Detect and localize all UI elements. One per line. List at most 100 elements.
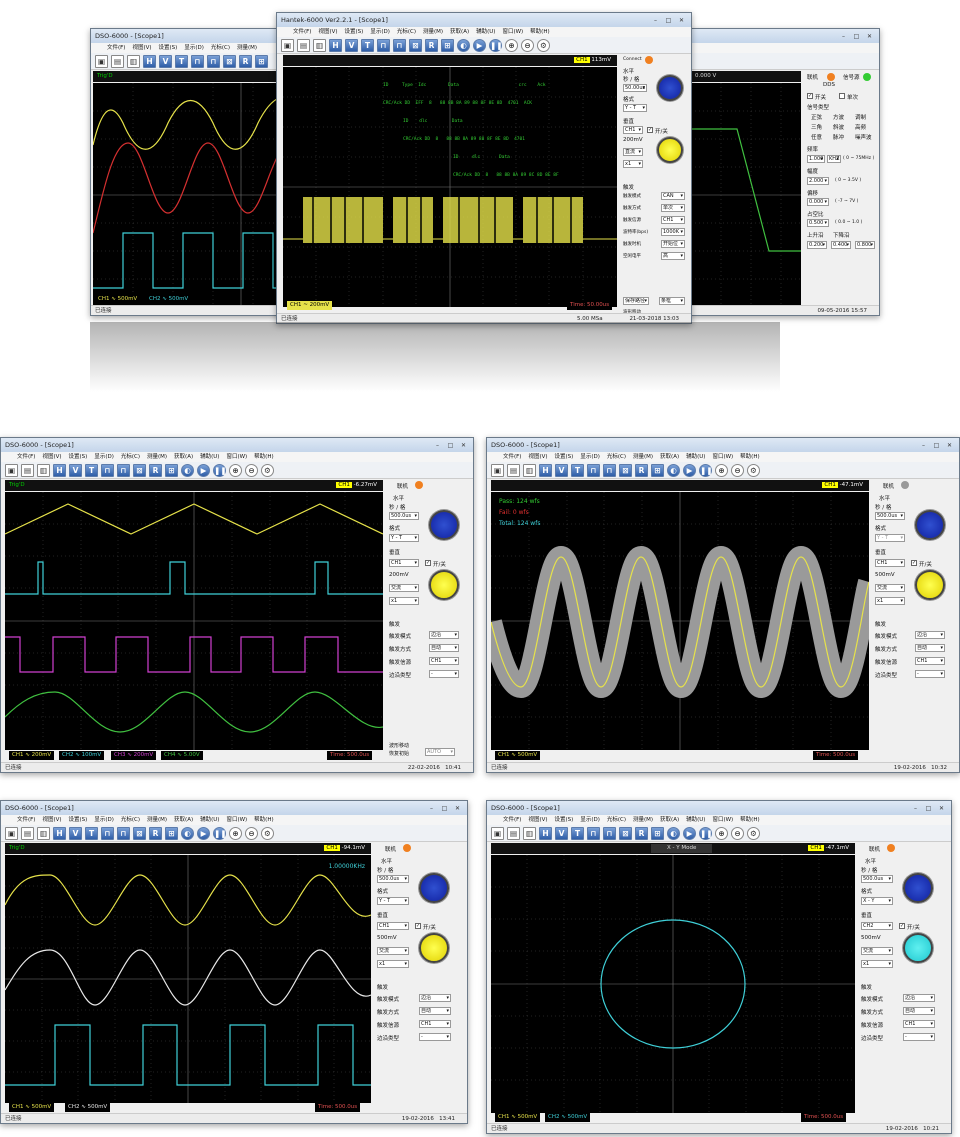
run-icon[interactable]: ▶ (683, 826, 696, 840)
maximize-icon[interactable]: □ (663, 16, 674, 25)
auto-icon[interactable]: ◐ (667, 826, 680, 840)
probe-select[interactable]: x1 (861, 960, 893, 968)
menu-help[interactable]: 帮助(H) (254, 452, 273, 462)
menu-measure[interactable]: 测量(M) (423, 27, 443, 37)
menu-measure[interactable]: 测量(M) (237, 43, 257, 53)
r-button[interactable]: R (239, 54, 252, 68)
menu-help[interactable]: 帮助(H) (530, 27, 549, 37)
channel-enable-checkbox[interactable]: ✓ (415, 923, 421, 929)
edge-type-select[interactable]: - (903, 1033, 935, 1041)
menu-settings[interactable]: 设置(S) (555, 452, 574, 462)
volt-knob[interactable] (419, 933, 449, 963)
menu-settings[interactable]: 设置(S) (69, 815, 88, 825)
timebase-knob[interactable] (657, 75, 683, 101)
format-select[interactable]: X - Y (861, 897, 893, 905)
channel-enable-checkbox[interactable]: ✓ (899, 923, 905, 929)
auto-icon[interactable]: ◐ (181, 463, 194, 477)
menu-settings[interactable]: 设置(S) (69, 452, 88, 462)
menu-settings[interactable]: 设置(S) (555, 815, 574, 825)
zoom-in-icon[interactable]: ⊕ (715, 826, 728, 840)
timebase-select[interactable]: 500.0us (377, 875, 409, 883)
single-checkbox[interactable] (839, 93, 845, 99)
trigger-mode-select[interactable]: 边沿 (903, 994, 935, 1002)
auto-icon[interactable]: ◐ (457, 38, 470, 52)
volt-knob[interactable] (903, 933, 933, 963)
auto-icon[interactable]: ◐ (181, 826, 194, 840)
timebase-knob[interactable] (429, 510, 459, 540)
probe-select[interactable]: x1 (875, 597, 905, 605)
cursor-icon[interactable]: ⊞ (651, 463, 664, 477)
t-button[interactable]: T (175, 54, 188, 68)
zoom-in-icon[interactable]: ⊕ (505, 38, 518, 52)
menu-acquire[interactable]: 获取(A) (450, 27, 469, 37)
trigger-sweep-select[interactable]: 自动 (915, 644, 945, 652)
connect-indicator[interactable] (827, 73, 835, 81)
switch-checkbox[interactable]: ✓ (807, 93, 813, 99)
run-icon[interactable]: ▶ (473, 38, 486, 52)
save-icon[interactable]: ▤ (507, 463, 520, 477)
menu-settings[interactable]: 设置(S) (159, 43, 178, 53)
open-icon[interactable]: ▣ (95, 54, 108, 68)
minimize-icon[interactable]: – (432, 441, 443, 450)
trigger-source-select[interactable]: CH1 (429, 657, 459, 665)
format-select[interactable]: Y - T (389, 534, 419, 542)
trigger-mode-select[interactable]: 边沿 (419, 994, 451, 1002)
wave-hf[interactable]: 高频 (855, 123, 866, 131)
open-icon[interactable]: ▣ (491, 463, 504, 477)
maximize-icon[interactable]: □ (923, 804, 934, 813)
bar-button[interactable]: 条框 (659, 297, 685, 305)
channel-select[interactable]: CH1 (623, 126, 643, 134)
run-icon[interactable]: ▶ (197, 463, 210, 477)
stop-icon[interactable]: ❚❚ (213, 463, 227, 477)
trigger-mode-select[interactable]: 边沿 (915, 631, 945, 639)
settings-icon[interactable]: ⚙ (747, 826, 760, 840)
menu-view[interactable]: 视图(V) (528, 452, 547, 462)
v-button[interactable]: V (555, 826, 568, 840)
menu-display[interactable]: 显示(D) (94, 452, 114, 462)
open-icon[interactable]: ▣ (5, 463, 18, 477)
edge-type-select[interactable]: - (419, 1033, 451, 1041)
maximize-icon[interactable]: □ (851, 32, 862, 41)
h-button[interactable]: H (539, 463, 552, 477)
v-button[interactable]: V (159, 54, 172, 68)
r-button[interactable]: R (149, 826, 162, 840)
close-icon[interactable]: ✕ (458, 441, 469, 450)
save-icon[interactable]: ▤ (21, 463, 34, 477)
close-icon[interactable]: ✕ (676, 16, 687, 25)
r-button[interactable]: R (425, 38, 438, 52)
menu-display[interactable]: 显示(D) (580, 452, 600, 462)
h-button[interactable]: H (539, 826, 552, 840)
run-icon[interactable]: ▶ (683, 463, 696, 477)
save-path-button[interactable]: 保存路径 (623, 297, 649, 305)
v-button[interactable]: V (555, 463, 568, 477)
auto-button[interactable]: AUTO (425, 748, 455, 756)
cursor-icon[interactable]: ⊞ (651, 826, 664, 840)
open-icon[interactable]: ▣ (5, 826, 18, 840)
connect-indicator[interactable] (887, 844, 895, 852)
coupling-select[interactable]: 交流 (377, 947, 409, 955)
trigger-source-select[interactable]: CH1 (915, 657, 945, 665)
idle-level-select[interactable]: 高 (661, 252, 685, 260)
menu-view[interactable]: 视图(V) (528, 815, 547, 825)
trigger-time-select[interactable]: 开始位 (661, 240, 685, 248)
menu-utility[interactable]: 辅助(U) (476, 27, 495, 37)
print-icon[interactable]: ▥ (523, 463, 536, 477)
channel-enable-checkbox[interactable]: ✓ (911, 560, 917, 566)
h-button[interactable]: H (143, 54, 156, 68)
pulse2-icon[interactable]: ⊓ (603, 463, 616, 477)
pulse-icon[interactable]: ⊓ (587, 463, 600, 477)
stop-icon[interactable]: ❚❚ (699, 463, 713, 477)
close-icon[interactable]: ✕ (452, 804, 463, 813)
menu-window[interactable]: 窗口(W) (502, 27, 523, 37)
ratio-input[interactable]: 0.500 (807, 219, 829, 227)
open-icon[interactable]: ▣ (491, 826, 504, 840)
pulse2-icon[interactable]: ⊓ (117, 463, 130, 477)
save-icon[interactable]: ▤ (21, 826, 34, 840)
close-icon[interactable]: ✕ (936, 804, 947, 813)
menu-window[interactable]: 窗口(W) (712, 815, 733, 825)
menu-help[interactable]: 帮助(H) (740, 815, 759, 825)
cursor-icon[interactable]: ⊞ (165, 463, 178, 477)
v-button[interactable]: V (69, 463, 82, 477)
r-button[interactable]: R (635, 826, 648, 840)
settings-icon[interactable]: ⚙ (537, 38, 550, 52)
